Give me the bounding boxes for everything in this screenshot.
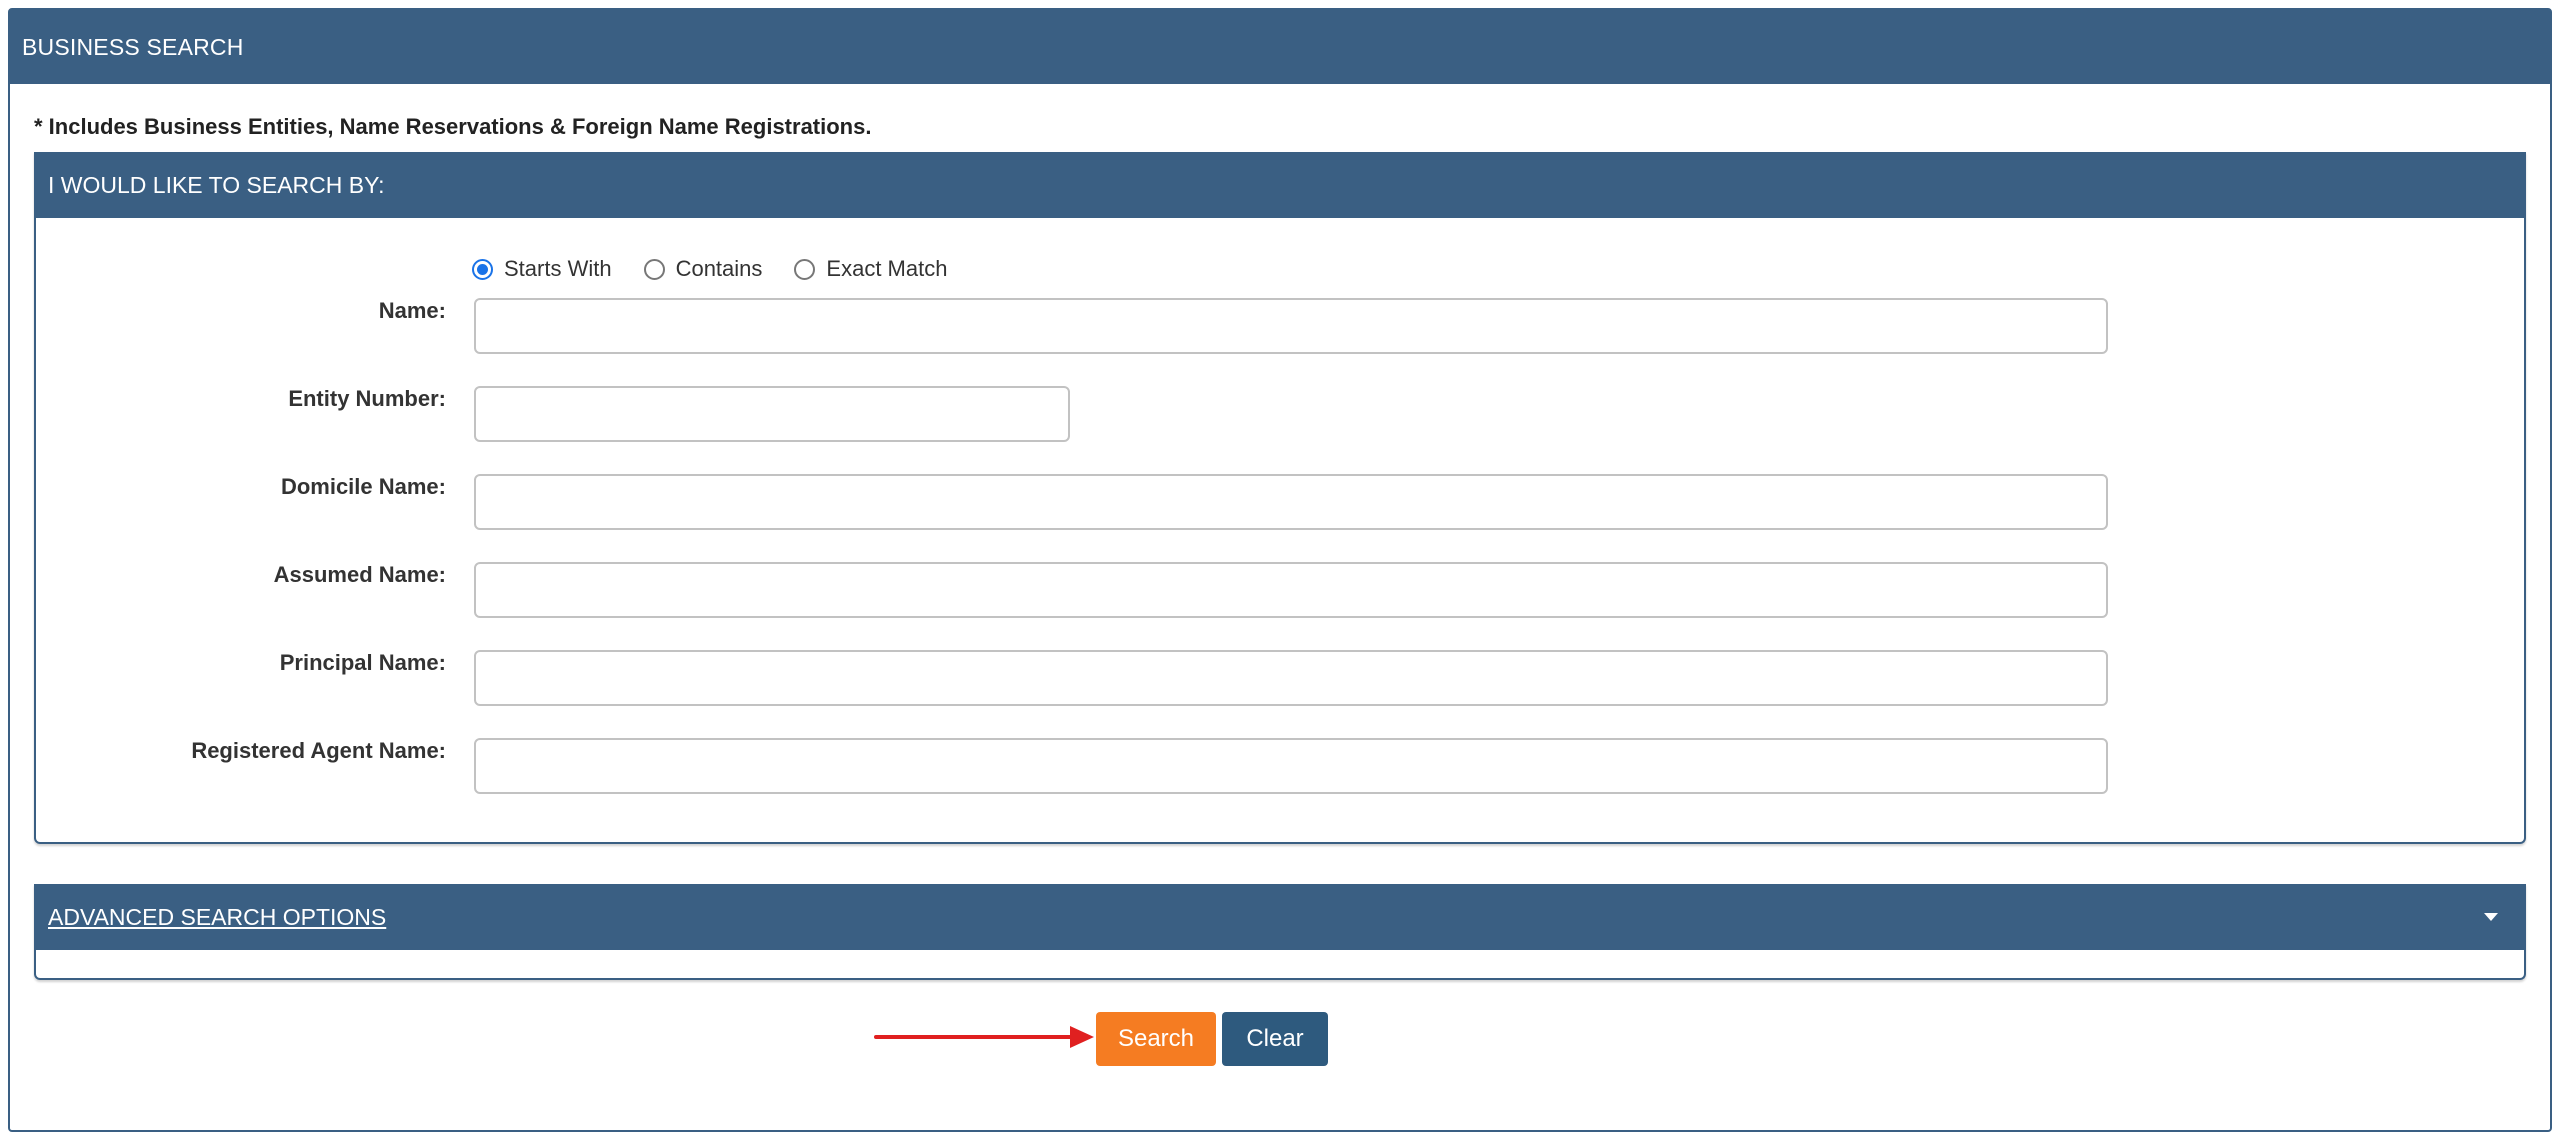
advanced-search-link[interactable]: ADVANCED SEARCH OPTIONS	[48, 904, 386, 931]
includes-note: * Includes Business Entities, Name Reser…	[34, 114, 872, 139]
registered-agent-name-input[interactable]	[474, 738, 2108, 794]
radio-starts-with-indicator[interactable]	[472, 258, 493, 280]
entity-number-label: Entity Number:	[288, 386, 446, 411]
radio-starts-with[interactable]: Starts With	[472, 256, 612, 282]
assumed-name-label: Assumed Name:	[273, 562, 446, 587]
radio-contains-indicator[interactable]	[643, 258, 665, 280]
domicile-name-input[interactable]	[474, 474, 2108, 530]
match-type-radio-group: Starts With Contains Exact Match	[472, 256, 979, 282]
search-button[interactable]: Search	[1096, 1012, 1216, 1066]
name-input[interactable]	[474, 298, 2108, 354]
domicile-name-label: Domicile Name:	[280, 474, 446, 499]
search-by-header: I WOULD LIKE TO SEARCH BY:	[36, 152, 2524, 218]
radio-contains[interactable]: Contains	[643, 256, 763, 282]
radio-exact-match-indicator[interactable]	[794, 258, 816, 280]
radio-contains-label: Contains	[675, 256, 763, 281]
entity-number-input[interactable]	[474, 386, 1070, 442]
radio-exact-match[interactable]: Exact Match	[794, 256, 947, 282]
name-label: Name:	[378, 298, 446, 323]
clear-button[interactable]: Clear	[1222, 1012, 1328, 1066]
page-title: BUSINESS SEARCH	[22, 33, 244, 60]
caret-down-icon[interactable]	[2484, 913, 2498, 921]
search-by-panel: I WOULD LIKE TO SEARCH BY: Starts With C…	[34, 152, 2526, 844]
principal-name-input[interactable]	[474, 650, 2108, 706]
assumed-name-input[interactable]	[474, 562, 2108, 618]
radio-starts-with-label: Starts With	[504, 256, 612, 281]
business-search-container: BUSINESS SEARCH * Includes Business Enti…	[8, 8, 2552, 1132]
business-search-header: BUSINESS SEARCH	[10, 10, 2550, 84]
advanced-search-header[interactable]: ADVANCED SEARCH OPTIONS	[36, 884, 2524, 950]
registered-agent-name-label: Registered Agent Name:	[191, 738, 446, 763]
annotation-arrow-icon	[874, 1026, 1094, 1048]
radio-exact-match-label: Exact Match	[826, 256, 948, 281]
advanced-search-panel: ADVANCED SEARCH OPTIONS	[34, 884, 2526, 980]
search-by-title: I WOULD LIKE TO SEARCH BY:	[48, 171, 385, 198]
principal-name-label: Principal Name:	[279, 650, 446, 675]
